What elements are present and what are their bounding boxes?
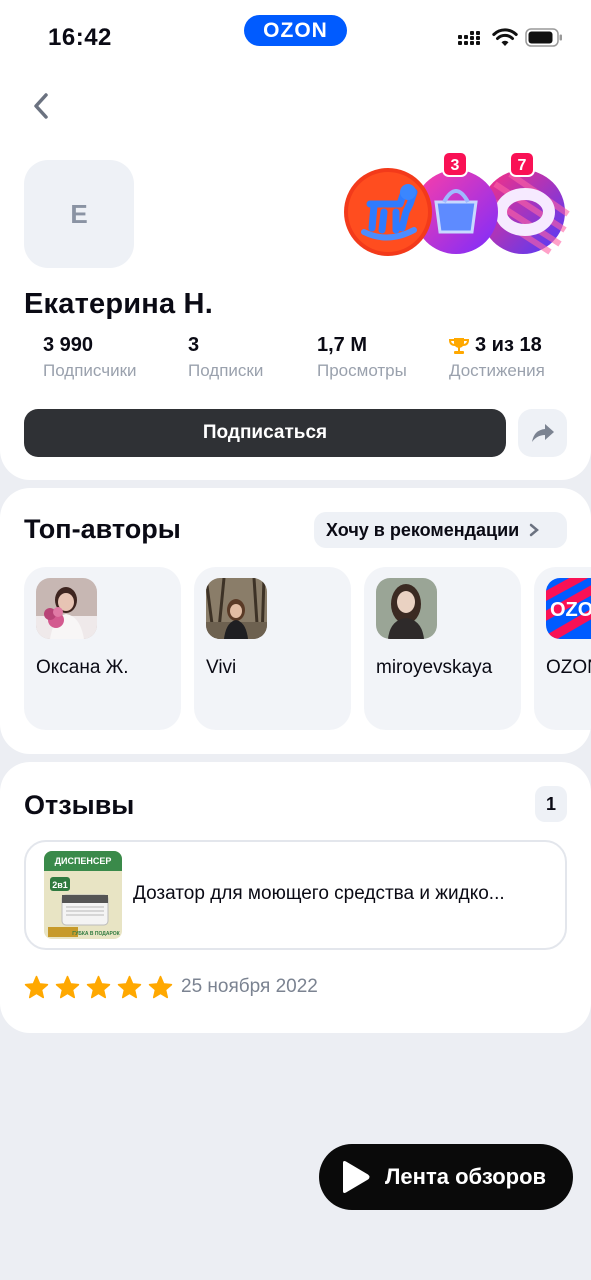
reviews-count-badge: 1 (535, 786, 567, 822)
stat-label: Подписчики (43, 361, 137, 380)
author-photo (206, 578, 267, 639)
author-card[interactable]: Оксана Ж. (24, 567, 181, 730)
star-icon (117, 975, 142, 999)
stat-value: 1,7 M (317, 334, 368, 356)
rocking-horse-badge[interactable] (344, 168, 432, 256)
profile-card: Е 7 3 Екатерина Н. 3 990 Подписчики 3 По… (0, 68, 591, 480)
stat-achievements[interactable]: 3 из 18 Достижения (449, 334, 545, 381)
rating-stars (24, 975, 173, 999)
stat-views[interactable]: 1,7 M Просмотры (317, 334, 407, 381)
author-photo: OZO (546, 578, 591, 639)
subscribe-button[interactable]: Подписаться (24, 409, 506, 457)
recommend-label: Хочу в рекомендации (326, 519, 520, 540)
author-card[interactable]: OZO OZON (534, 567, 591, 730)
stat-value: 3 990 (43, 334, 94, 356)
reviews-section: Отзывы 1 ДИСПЕНСЕР 2в1 ГУБКА В ПОДАРОК Д… (0, 762, 591, 1033)
badge-count-basket: 3 (451, 157, 460, 174)
author-name: miroyevskaya (376, 657, 493, 678)
author-name: Оксана Ж. (36, 657, 129, 678)
stat-value: 3 (188, 334, 200, 356)
ozon-logo-icon: OZO (546, 578, 591, 639)
author-photo (36, 578, 97, 639)
star-icon (148, 975, 173, 999)
play-icon (343, 1161, 370, 1193)
reviews-feed-button[interactable]: Лента обзоров (319, 1144, 573, 1210)
product-title: Дозатор для моющего средства и жидко... (133, 883, 505, 904)
stat-value: 3 из 18 (449, 334, 545, 357)
chevron-left-icon (34, 93, 48, 119)
share-button[interactable] (518, 409, 567, 457)
review-item[interactable]: ДИСПЕНСЕР 2в1 ГУБКА В ПОДАРОК Дозатор дл… (24, 840, 567, 950)
share-arrow-icon (531, 424, 554, 442)
author-name: Vivi (206, 657, 237, 678)
thumb-text-2in1: 2в1 (52, 880, 68, 890)
thumb-text-dispenser: ДИСПЕНСЕР (55, 856, 112, 866)
stat-value-text: 3 из 18 (475, 334, 542, 356)
battery-icon (525, 28, 562, 47)
status-time: 16:42 (48, 24, 112, 51)
ozon-app-badge[interactable]: OZON (244, 15, 347, 46)
section-title: Топ-авторы (24, 514, 181, 544)
stat-following[interactable]: 3 Подписки (188, 334, 263, 381)
svg-text:OZO: OZO (550, 599, 591, 621)
star-icon (86, 975, 111, 999)
user-name: Екатерина Н. (24, 288, 213, 320)
thumb-text-sponge: ГУБКА В ПОДАРОК (72, 931, 120, 937)
badge-count-ozon: 7 (518, 157, 527, 174)
product-thumbnail: ДИСПЕНСЕР 2в1 ГУБКА В ПОДАРОК (44, 851, 122, 939)
top-authors-section: Топ-авторы Хочу в рекомендации Оксана Ж. (0, 488, 591, 754)
profile-stats: 3 990 Подписчики 3 Подписки 1,7 M Просмо… (0, 334, 591, 384)
author-name: OZON (546, 657, 591, 678)
stat-label: Подписки (188, 361, 264, 380)
status-bar: 16:42 OZON (0, 0, 591, 68)
cellular-signal-icon (458, 31, 480, 45)
feed-button-label: Лента обзоров (385, 1164, 547, 1189)
star-icon (55, 975, 80, 999)
back-button[interactable] (26, 88, 56, 124)
author-photo (376, 578, 437, 639)
review-date: 25 ноября 2022 (181, 976, 318, 997)
avatar-letter: Е (70, 198, 88, 229)
trophy-icon (449, 337, 469, 354)
author-card[interactable]: Vivi (194, 567, 351, 730)
author-card[interactable]: miroyevskaya (364, 567, 521, 730)
avatar: Е (24, 160, 134, 268)
section-title: Отзывы (24, 790, 135, 820)
stat-followers[interactable]: 3 990 Подписчики (43, 334, 137, 381)
wifi-icon (492, 28, 518, 46)
recommend-button[interactable]: Хочу в рекомендации (314, 512, 567, 548)
achievement-badges[interactable]: 7 3 (340, 148, 570, 260)
stat-label: Достижения (449, 361, 545, 380)
stat-label: Просмотры (317, 361, 407, 380)
star-icon (24, 975, 49, 999)
chevron-right-icon (529, 523, 540, 537)
